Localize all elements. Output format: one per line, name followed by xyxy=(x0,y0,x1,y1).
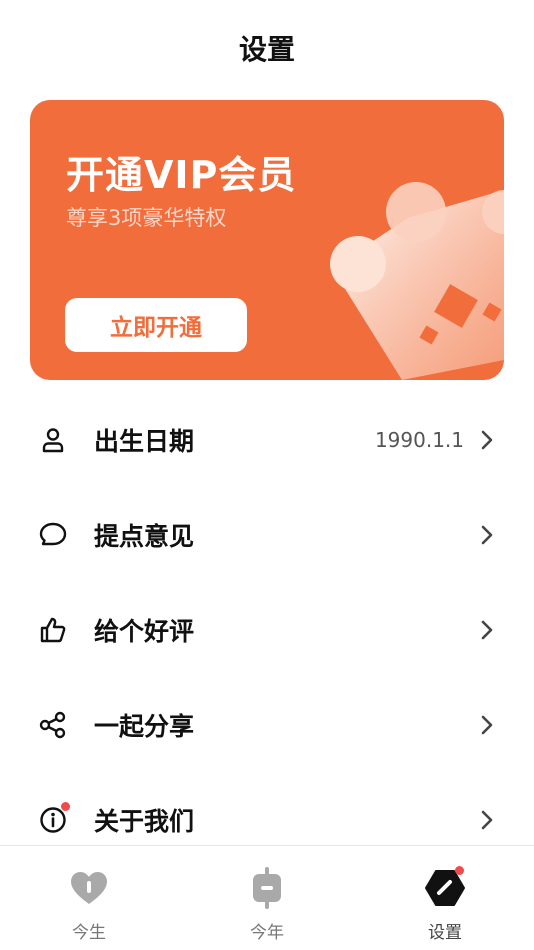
menu-item-feedback[interactable]: 提点意见 xyxy=(0,487,534,582)
heart-icon xyxy=(69,868,109,908)
thumbs-up-icon xyxy=(38,615,68,645)
chevron-right-icon xyxy=(480,429,496,451)
tab-settings[interactable]: 设置 xyxy=(356,846,534,950)
chat-bubble-icon xyxy=(38,520,68,550)
menu-item-share[interactable]: 一起分享 xyxy=(0,677,534,772)
person-icon xyxy=(38,425,68,455)
info-icon xyxy=(38,801,70,835)
bottom-tab-bar: 今生 今年 设置 xyxy=(0,845,534,950)
tab-label: 设置 xyxy=(428,923,462,943)
chevron-right-icon xyxy=(480,524,496,546)
vip-subtitle: 尊享3项豪华特权 xyxy=(66,206,227,230)
page-header: 设置 xyxy=(0,28,534,68)
menu-label-feedback: 提点意见 xyxy=(94,521,195,551)
menu-label-rate: 给个好评 xyxy=(94,616,195,646)
menu-label-share: 一起分享 xyxy=(94,711,195,741)
vip-promo-card[interactable]: 开通VIP会员 尊享3项豪华特权 立即开通 xyxy=(30,100,504,380)
tab-label: 今生 xyxy=(72,923,106,943)
chevron-right-icon xyxy=(480,809,496,831)
activate-vip-button[interactable]: 立即开通 xyxy=(65,298,247,352)
menu-item-rate[interactable]: 给个好评 xyxy=(0,582,534,677)
settings-hexagon-icon xyxy=(425,866,465,908)
settings-menu: 出生日期 1990.1.1 提点意见 给个好评 一起分享 关于我们 xyxy=(0,392,534,867)
vip-title: 开通VIP会员 xyxy=(66,153,297,197)
birthdate-value: 1990.1.1 xyxy=(374,427,464,452)
notification-dot xyxy=(61,801,70,811)
tab-this-year[interactable]: 今年 xyxy=(178,846,356,950)
chevron-right-icon xyxy=(480,714,496,736)
notification-dot xyxy=(455,866,464,875)
menu-label-about: 关于我们 xyxy=(94,806,195,836)
tab-label: 今年 xyxy=(250,923,284,943)
menu-item-birthdate[interactable]: 出生日期 1990.1.1 xyxy=(0,392,534,487)
chevron-right-icon xyxy=(480,619,496,641)
menu-label-birthdate: 出生日期 xyxy=(94,426,195,456)
tab-this-life[interactable]: 今生 xyxy=(0,846,178,950)
crown-illustration xyxy=(330,182,504,380)
share-icon xyxy=(38,710,68,740)
calendar-tile-icon xyxy=(247,867,287,909)
page-title: 设置 xyxy=(238,33,295,66)
